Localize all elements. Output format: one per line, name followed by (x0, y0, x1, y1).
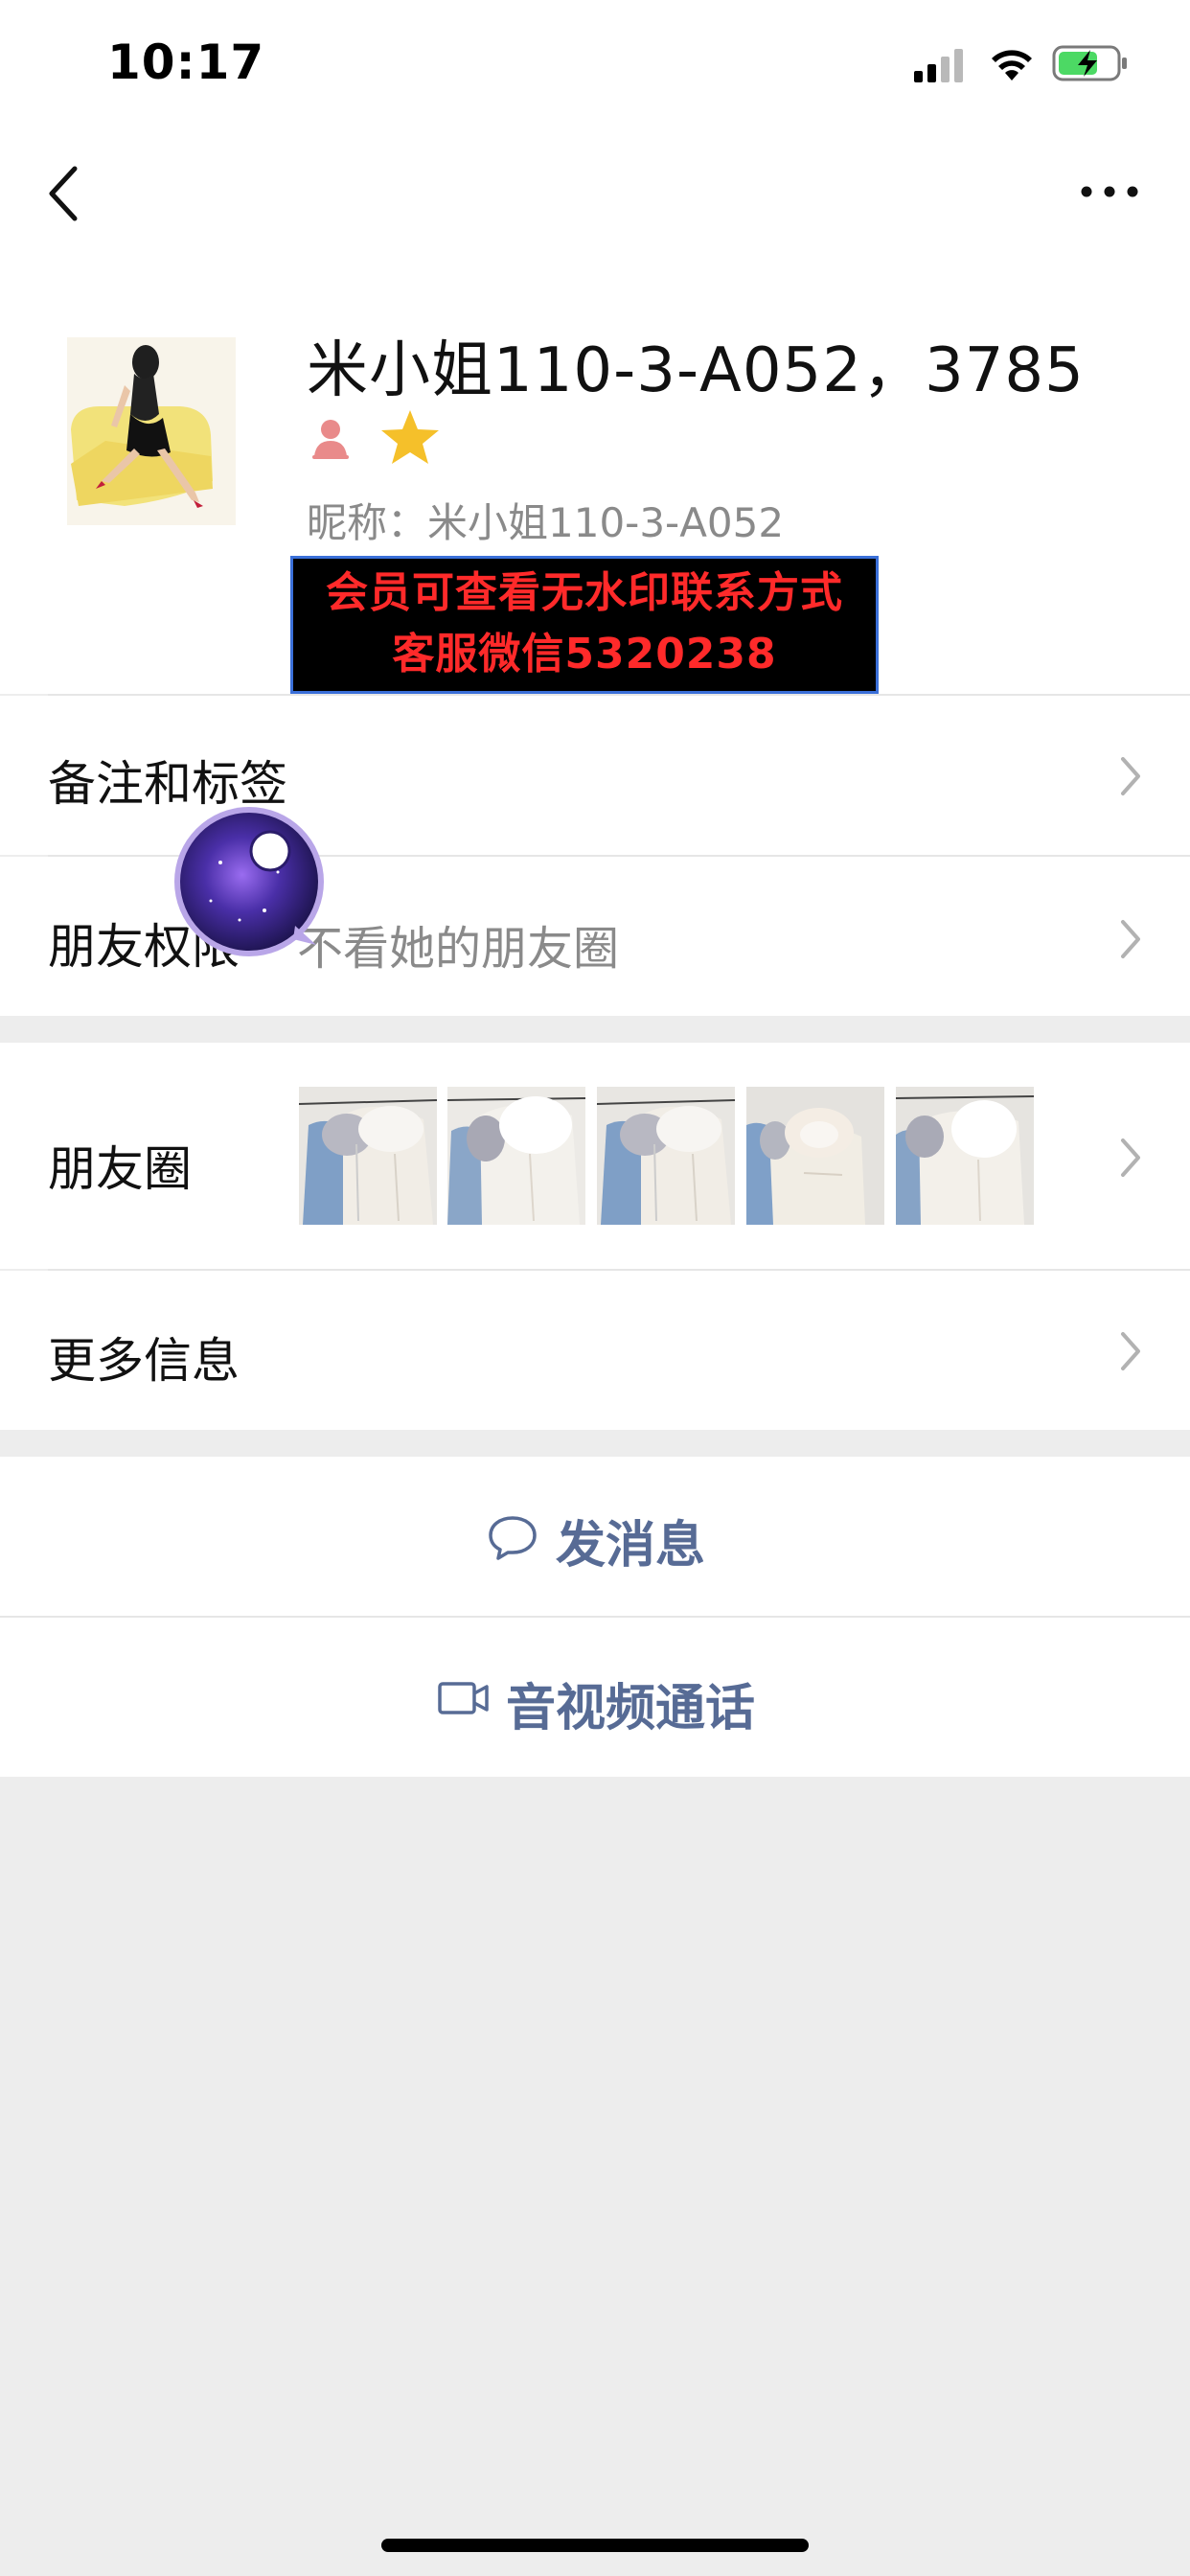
home-indicator (381, 2539, 809, 2552)
chevron-right-icon (1121, 920, 1140, 958)
video-camera-icon (438, 1682, 489, 1714)
video-call-label: 音视频通话 (506, 1680, 756, 1737)
permissions-value: 不看她的朋友圈 (297, 922, 620, 976)
chevron-right-icon (1121, 1138, 1140, 1177)
moments-thumbnail (299, 1087, 437, 1225)
star-icon (381, 410, 439, 464)
person-female-icon (312, 420, 349, 459)
send-message-button[interactable]: 发消息 (0, 1457, 1190, 1616)
avatar-illustration (67, 337, 236, 525)
status-bar: 10:17 (0, 0, 1190, 134)
banner-line-2: 客服微信5320238 (392, 630, 777, 678)
moments-thumbnail (447, 1087, 585, 1225)
more-info-label: 更多信息 (48, 1333, 240, 1389)
wifi-icon (992, 50, 1032, 80)
battery-charging-icon (1052, 45, 1127, 81)
video-call-button[interactable]: 音视频通话 (0, 1618, 1190, 1777)
nav-bar (0, 134, 1190, 307)
watermark-banner: 会员可查看无水印联系方式 客服微信5320238 (290, 556, 879, 694)
contact-name: 米小姐110-3-A052，3785 (307, 335, 1085, 406)
more-info-cell[interactable]: 更多信息 (0, 1271, 1190, 1430)
nickname: 昵称：米小姐110-3-A052 (307, 499, 785, 546)
chevron-left-icon[interactable] (46, 165, 80, 222)
chevron-right-icon (1121, 1332, 1140, 1370)
banner-line-1: 会员可查看无水印联系方式 (326, 568, 843, 617)
chat-bubble-icon (489, 1516, 537, 1560)
chevron-right-icon (1121, 757, 1140, 795)
cellular-signal-icon (914, 49, 963, 82)
section-gap (0, 1430, 1190, 1457)
more-horizontal-icon[interactable] (1081, 182, 1138, 201)
send-message-label: 发消息 (556, 1517, 706, 1575)
avatar[interactable] (67, 337, 236, 525)
section-gap (0, 1016, 1190, 1043)
moments-thumbnail (597, 1087, 735, 1225)
moments-thumbnail (746, 1087, 884, 1225)
moments-thumbnail (896, 1087, 1034, 1225)
floating-bubble-icon[interactable] (172, 805, 333, 962)
moments-label: 朋友圈 (48, 1141, 192, 1197)
status-time: 10:17 (107, 34, 265, 90)
